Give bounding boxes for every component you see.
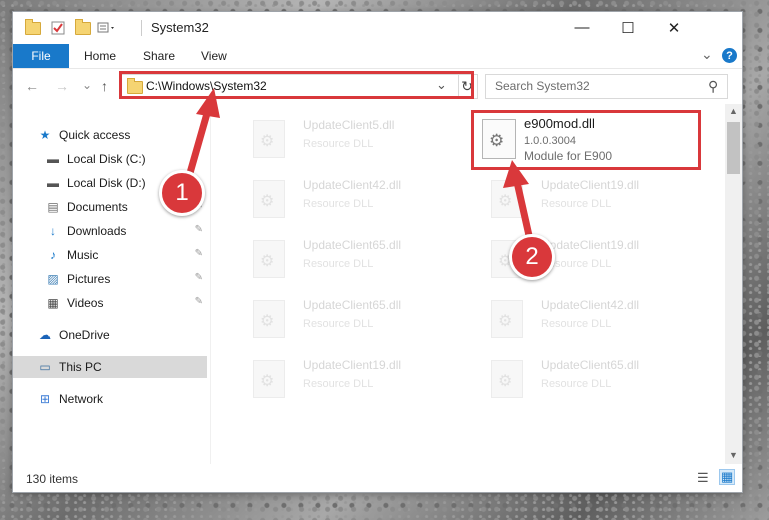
callout-1: 1 bbox=[159, 170, 205, 216]
arrow-2-shaft bbox=[513, 181, 534, 241]
arrow-1-shaft bbox=[184, 109, 212, 181]
callout-2: 2 bbox=[509, 234, 555, 280]
annotation-arrows bbox=[184, 88, 534, 241]
arrow-1-head bbox=[196, 88, 220, 118]
arrow-2-head bbox=[503, 160, 529, 188]
